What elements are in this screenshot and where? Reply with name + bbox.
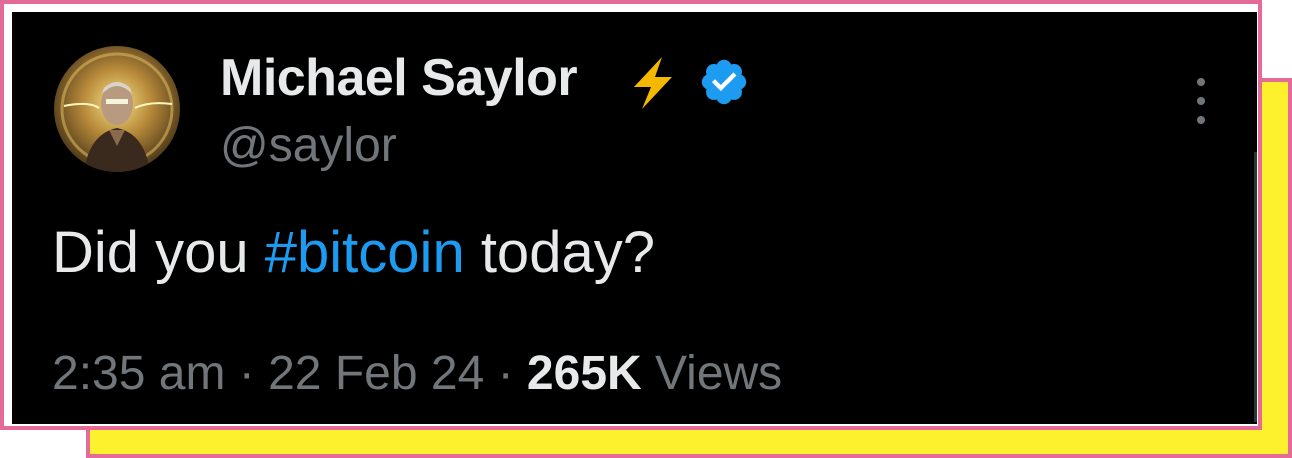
meta-separator: · [484,347,527,400]
user-handle[interactable]: @saylor [220,118,397,174]
tweet-text: Did you #bitcoin today? [52,218,655,288]
hashtag-link[interactable]: #bitcoin [265,220,465,285]
more-options-icon[interactable] [1188,76,1214,126]
lightning-bolt-icon [634,57,672,109]
tweet-meta: 2:35 am · 22 Feb 24 · 265K Views [52,344,782,404]
more-dot [1197,97,1205,105]
tweet-card[interactable]: Michael Saylor @saylor Did you #bitcoin … [12,12,1257,424]
more-dot [1197,116,1205,124]
decorative-frame: Michael Saylor @saylor Did you #bitcoin … [0,0,1292,458]
scrollbar[interactable] [1254,152,1257,422]
meta-separator: · [225,347,269,400]
tweet-text-after: today? [464,220,655,285]
pink-border-panel: Michael Saylor @saylor Did you #bitcoin … [0,0,1262,430]
tweet-date[interactable]: 22 Feb 24 [268,347,484,400]
verified-badge-icon[interactable] [698,56,750,108]
avatar-image [54,46,180,172]
views-label: Views [641,347,783,400]
tweet-time[interactable]: 2:35 am [52,347,225,400]
avatar[interactable] [54,46,180,172]
tweet-text-before: Did you [52,220,265,285]
display-name[interactable]: Michael Saylor [220,48,578,108]
more-dot [1197,78,1205,86]
views-count: 265K [526,347,642,400]
